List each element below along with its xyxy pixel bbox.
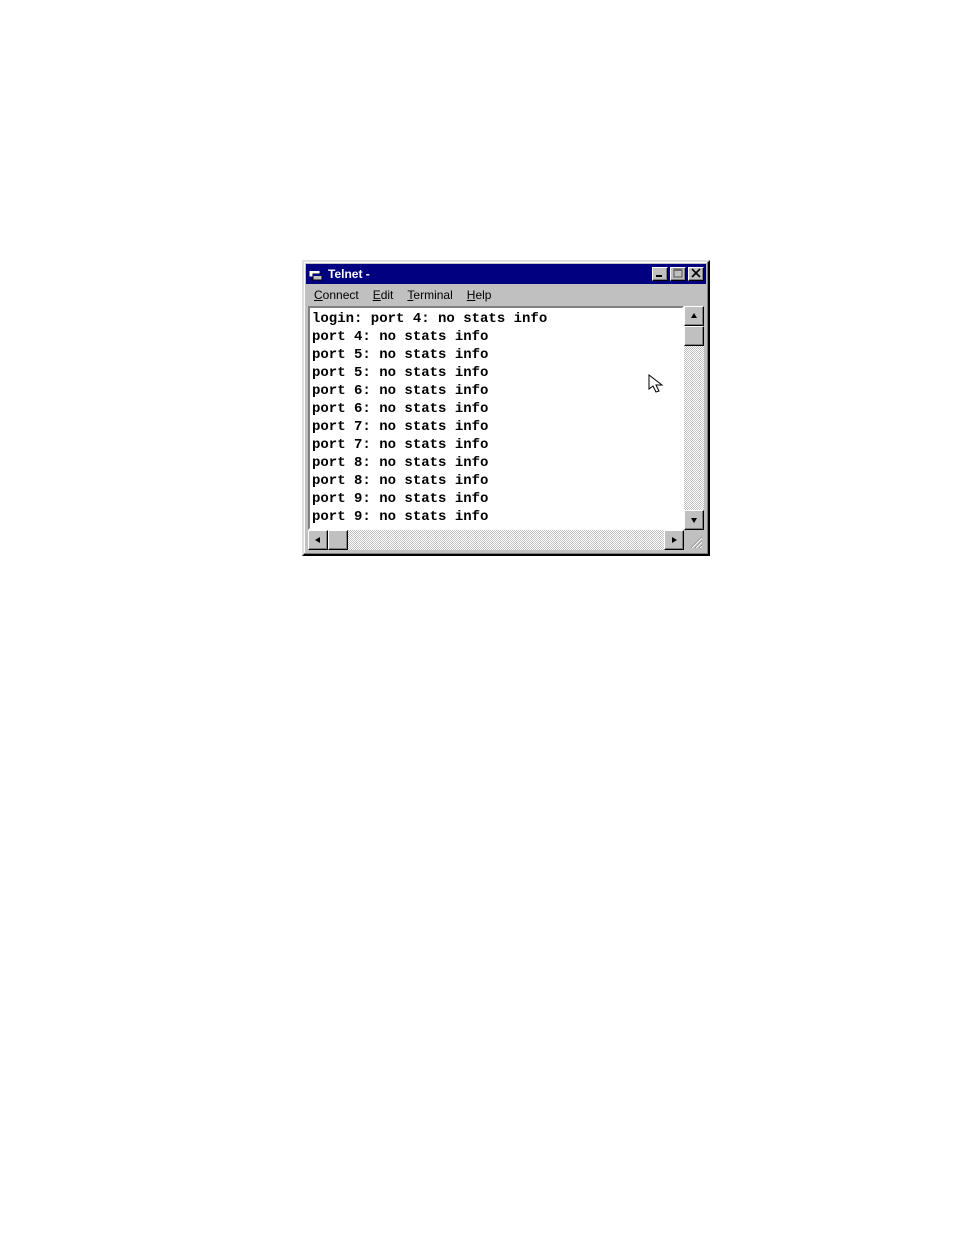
horizontal-scroll-thumb[interactable] (328, 530, 348, 550)
vertical-scroll-track[interactable] (684, 326, 704, 510)
menu-help[interactable]: Help (461, 287, 500, 303)
menu-edit[interactable]: Edit (367, 287, 402, 303)
terminal-line: port 5: no stats info (312, 364, 680, 382)
terminal-line: port 7: no stats info (312, 436, 680, 454)
terminal-line: port 4: no stats info (312, 328, 680, 346)
titlebar[interactable]: Telnet - (306, 264, 706, 284)
terminal-line: port 9: no stats info (312, 490, 680, 508)
scroll-down-button[interactable] (684, 510, 704, 530)
vertical-scroll-thumb[interactable] (684, 326, 704, 346)
window-title: Telnet - (328, 267, 652, 281)
menubar: Connect Edit Terminal Help (306, 286, 706, 304)
vertical-scrollbar[interactable] (684, 306, 704, 530)
terminal-line: port 6: no stats info (312, 400, 680, 418)
scroll-right-button[interactable] (664, 530, 684, 550)
terminal-line: port 5: no stats info (312, 346, 680, 364)
close-button[interactable] (688, 267, 704, 281)
terminal-output[interactable]: login: port 4: no stats info port 4: no … (308, 306, 684, 530)
minimize-button[interactable] (652, 267, 668, 281)
horizontal-scrollbar[interactable] (308, 530, 684, 550)
minimize-icon (655, 265, 665, 283)
chevron-up-icon (690, 307, 698, 325)
terminal-line: port 7: no stats info (312, 418, 680, 436)
close-icon (691, 265, 701, 283)
chevron-down-icon (690, 511, 698, 529)
maximize-button[interactable] (670, 267, 686, 281)
scroll-left-button[interactable] (308, 530, 328, 550)
terminal-line: login: port 4: no stats info (312, 310, 680, 328)
terminal-line: port 8: no stats info (312, 472, 680, 490)
horizontal-scroll-track[interactable] (328, 530, 664, 550)
app-icon (308, 266, 324, 282)
menu-terminal[interactable]: Terminal (401, 287, 460, 303)
terminal-line: port 6: no stats info (312, 382, 680, 400)
scroll-up-button[interactable] (684, 306, 704, 326)
chevron-right-icon (670, 531, 678, 549)
telnet-window: Telnet - (302, 260, 710, 556)
chevron-left-icon (314, 531, 322, 549)
maximize-icon (673, 265, 683, 283)
terminal-line: port 9: no stats info (312, 508, 680, 526)
terminal-line: port 8: no stats info (312, 454, 680, 472)
menu-connect[interactable]: Connect (308, 287, 367, 303)
client-area: login: port 4: no stats info port 4: no … (308, 306, 704, 550)
resize-grip[interactable] (684, 530, 704, 550)
